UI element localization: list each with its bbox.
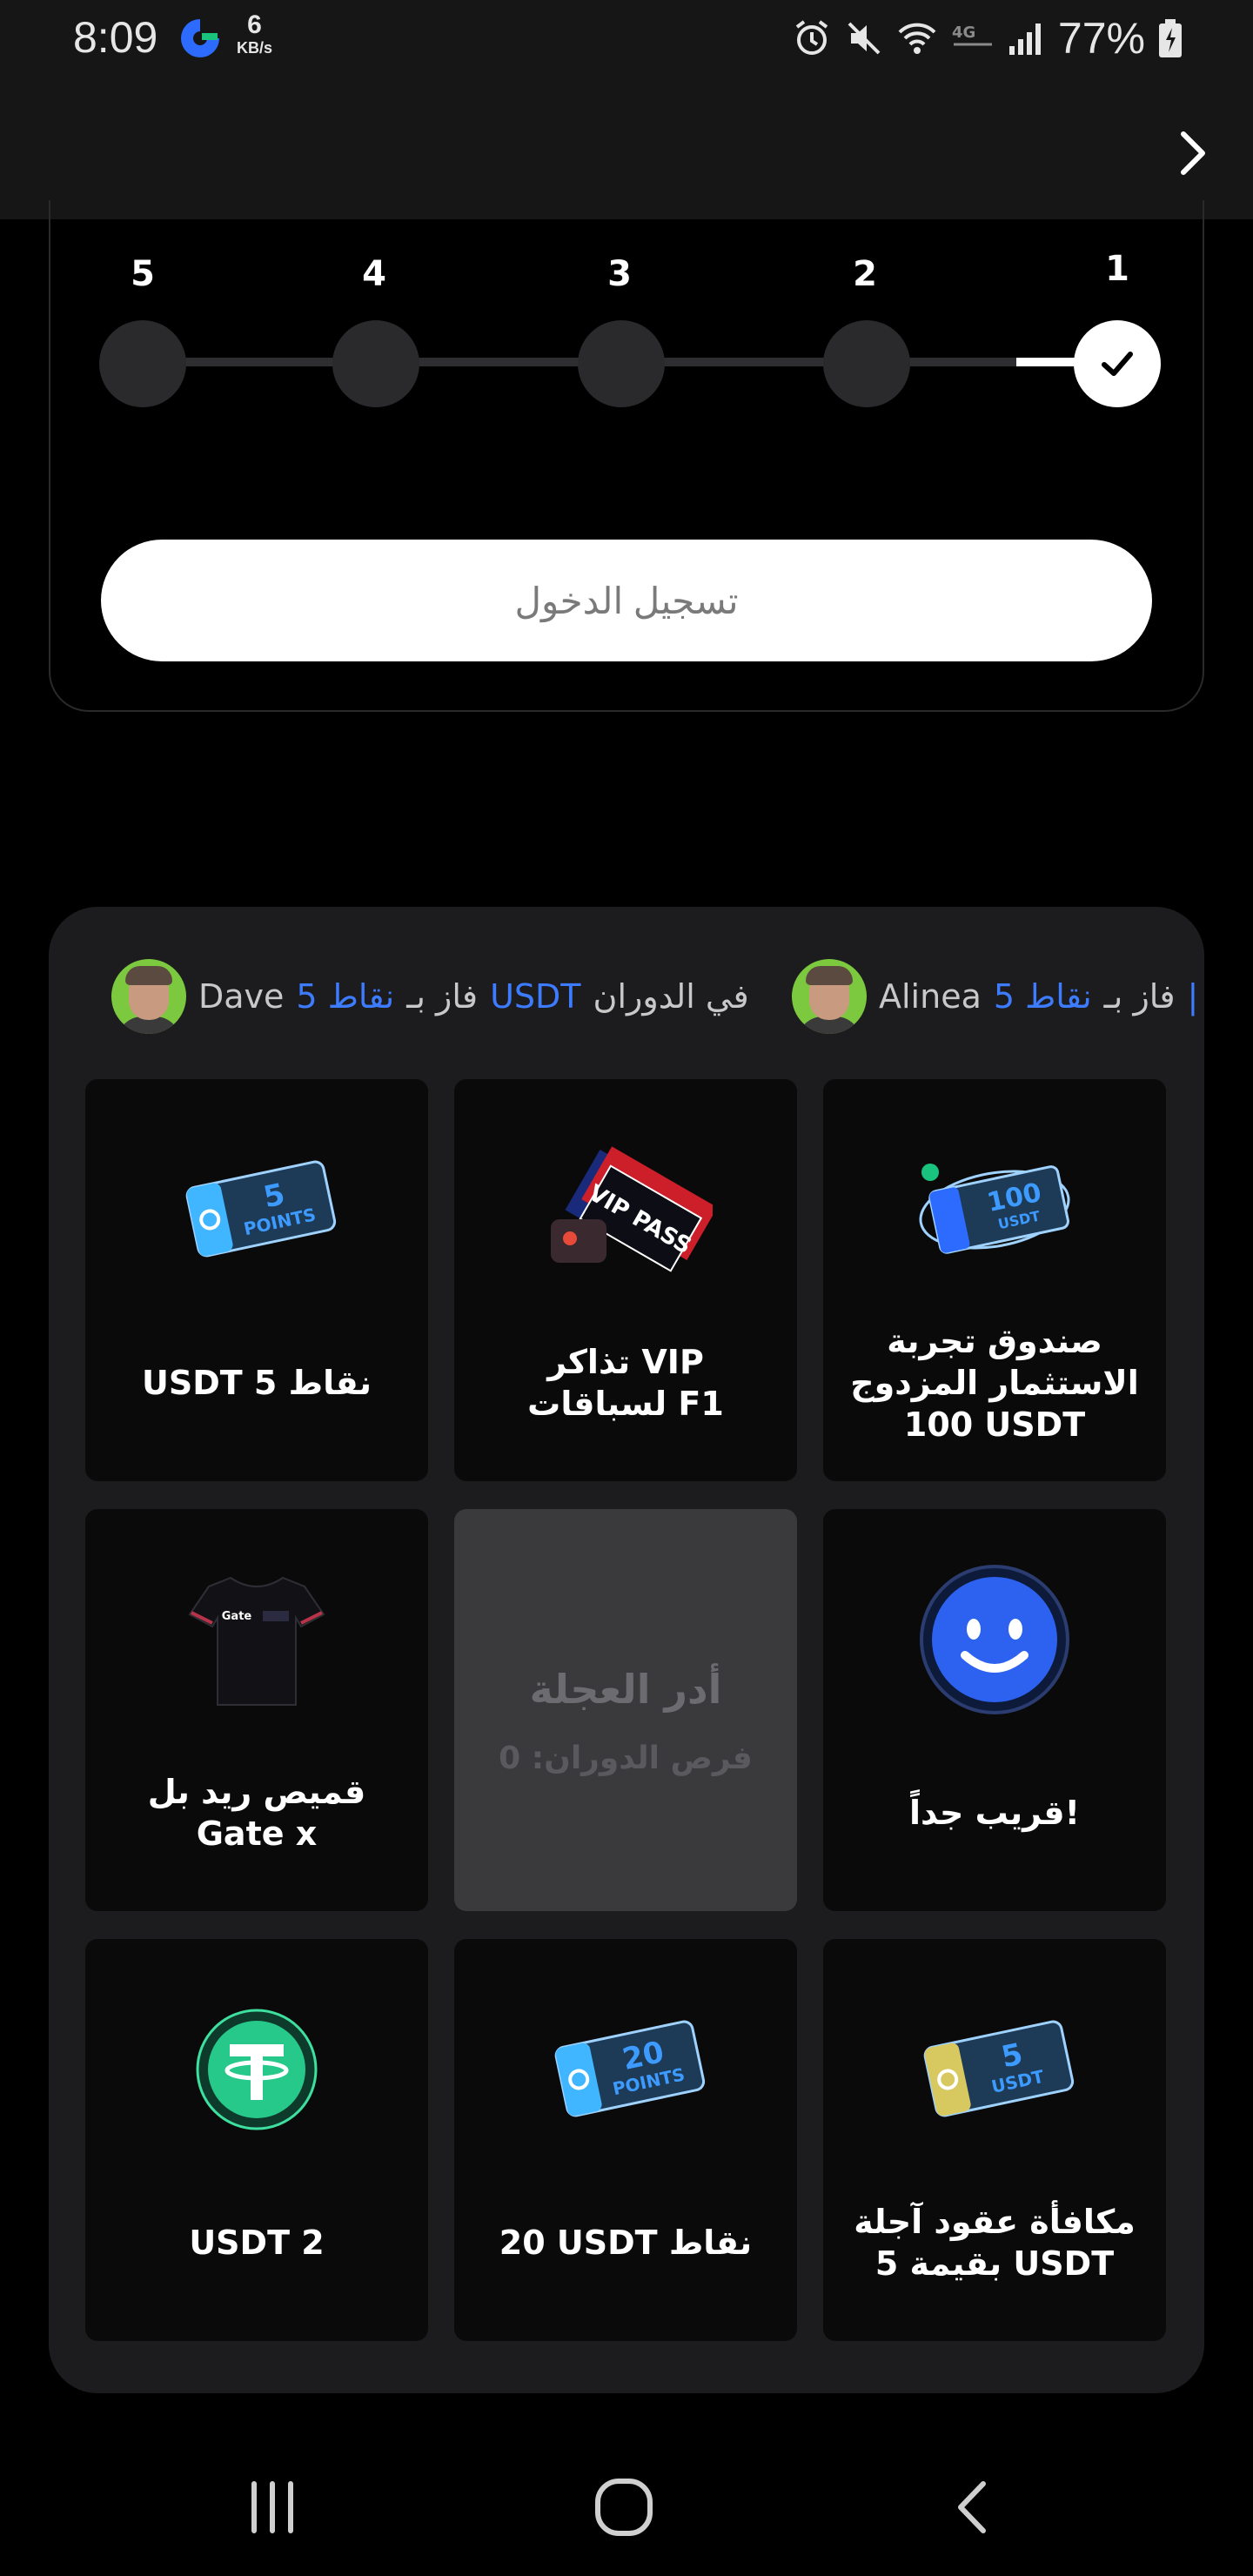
step-dot-2: [823, 320, 910, 407]
spin-title: أدر العجلة: [529, 1666, 722, 1713]
svg-text:4G: 4G: [952, 23, 975, 42]
svg-text:Gate: Gate: [222, 1610, 252, 1623]
prize-label: قميص ريد بل Gate x: [147, 1773, 366, 1853]
winner-won-text: فاز بـ: [1103, 977, 1176, 1016]
login-button[interactable]: تسجيل الدخول: [101, 540, 1152, 661]
spin-wheel-button[interactable]: أدر العجلة فرص الدوران: 0: [454, 1509, 797, 1911]
status-time: 8:09: [73, 13, 158, 62]
winner-cutoff: |: [1187, 977, 1199, 1016]
tether-coin-icon: [196, 2009, 318, 2130]
winner-amount: 5 نقاط: [296, 977, 395, 1016]
tshirt-icon: Gate: [188, 1576, 325, 1706]
prize-label: قريب جداً!: [909, 1794, 1080, 1833]
step-number-2: 2: [853, 254, 877, 294]
ticker-item: Dave 5 نقاط فاز بـ USDT في الدوران: [111, 957, 749, 1036]
home-icon: [595, 2479, 653, 2536]
prize-label: USDT 2: [189, 2224, 325, 2263]
prize-label: تذاكر VIP لسباقات F1: [527, 1343, 724, 1423]
step-number-4: 4: [362, 254, 386, 294]
winner-name: Dave: [198, 977, 285, 1016]
prize-tile-points-20: 20 POINTS 20 USDT نقاط: [454, 1939, 797, 2341]
network-speed: 6 KB/s: [237, 10, 273, 57]
alarm-icon: [795, 20, 828, 55]
g-app-icon: [181, 19, 219, 57]
points-ticket-icon: 20 POINTS: [554, 2020, 706, 2117]
step-dot-3: [578, 320, 665, 407]
futures-ticket-icon: 5 USDT: [923, 2020, 1075, 2117]
prize-wheel-panel: Dave 5 نقاط فاز بـ USDT في الدوران Aline…: [49, 907, 1204, 2393]
f1-vip-pass-icon: VIP PASS: [551, 1146, 713, 1272]
points-ticket-icon: 5 POINTS: [185, 1160, 337, 1258]
avatar: [111, 959, 186, 1034]
mute-icon: [848, 22, 881, 55]
winners-ticker: Dave 5 نقاط فاز بـ USDT في الدوران Aline…: [49, 907, 1204, 1081]
status-icons: 4G 77%: [792, 12, 1183, 64]
winner-name: Alinea: [879, 977, 982, 1016]
step-dot-4: [332, 320, 419, 407]
prize-tile-futures-bonus: 5 USDT مكافأة عقود آجلة بقيمة 5 USDT: [823, 1939, 1166, 2341]
step-dot-1: [1074, 320, 1161, 407]
battery-icon: [1159, 19, 1182, 57]
winner-currency: USDT: [490, 977, 581, 1016]
step-dot-5: [99, 320, 186, 407]
battery-percent: 77%: [1057, 14, 1145, 63]
prize-tile-f1-vip: VIP PASS تذاكر VIP لسباقات F1: [454, 1079, 797, 1481]
step-number-3: 3: [607, 254, 632, 294]
wifi-icon: [898, 23, 936, 54]
volte-icon: 4G: [952, 23, 992, 46]
prize-tile-points-5: 5 POINTS USDT 5 نقاط: [85, 1079, 428, 1481]
prize-tile-so-close: قريب جداً!: [823, 1509, 1166, 1911]
step-number-1: 1: [1105, 249, 1129, 289]
winner-suffix: في الدوران: [593, 977, 749, 1016]
signal-icon: [1008, 23, 1041, 55]
home-button[interactable]: [585, 2468, 663, 2546]
dual-investment-ticket-icon: 100 USDT: [919, 1164, 1070, 1254]
top-header: [0, 84, 1253, 219]
ticker-item: Alinea 5 نقاط فاز بـ |: [792, 957, 1198, 1036]
chevron-right-icon[interactable]: [1166, 118, 1218, 188]
prize-tile-dual-investment: 100 USDT صندوق تجربة الاستثمار المزدوج 1…: [823, 1079, 1166, 1481]
prize-tile-usdt-2: USDT 2: [85, 1939, 428, 2341]
prize-tile-redbull-shirt: Gate قميص ريد بل Gate x: [85, 1509, 428, 1911]
prize-label: USDT 5 نقاط: [142, 1364, 372, 1403]
recents-button[interactable]: [233, 2468, 312, 2546]
winner-won-text: فاز بـ: [406, 977, 479, 1016]
prize-label: مكافأة عقود آجلة بقيمة 5 USDT: [854, 2203, 1136, 2283]
smiley-icon: [920, 1565, 1069, 1714]
avatar: [792, 959, 867, 1034]
back-icon: [958, 2481, 986, 2533]
winner-amount: 5 نقاط: [993, 977, 1092, 1016]
checkmark-icon: [1102, 352, 1133, 376]
recents-icon: [251, 2481, 293, 2533]
back-button[interactable]: [935, 2468, 1013, 2546]
spin-chances: فرص الدوران: 0: [499, 1741, 753, 1776]
status-bar: 8:09 6 KB/s 4G 77%: [0, 0, 1253, 84]
prize-label: 20 USDT نقاط: [499, 2224, 753, 2263]
system-nav-bar: [0, 2430, 1253, 2576]
step-number-5: 5: [131, 254, 155, 294]
prize-label: صندوق تجربة الاستثمار المزدوج 100 USDT: [850, 1322, 1139, 1444]
